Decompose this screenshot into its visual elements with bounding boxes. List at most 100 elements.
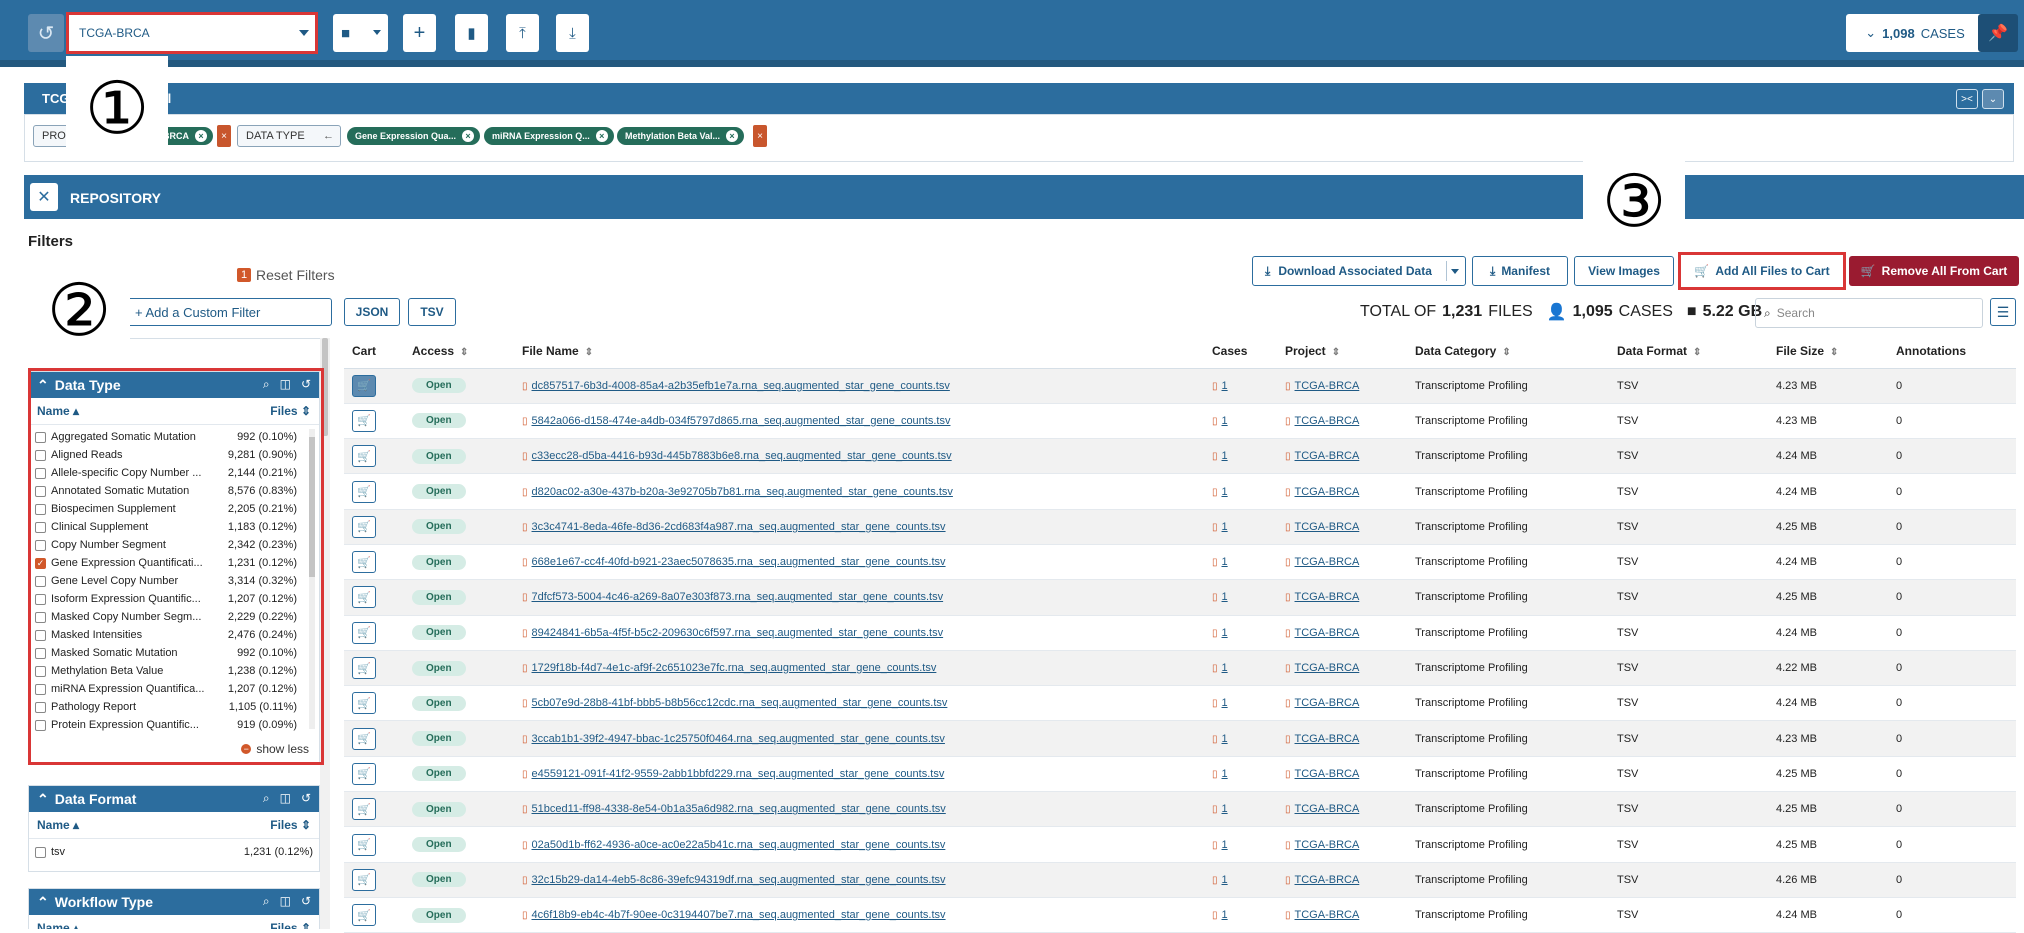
file-name-link[interactable]: 668e1e67-cc4f-40fd-b921-23aec5078635.rna… (532, 556, 946, 568)
project-link[interactable]: TCGA-BRCA (1295, 803, 1360, 815)
checkbox[interactable] (35, 665, 46, 677)
flip-icon[interactable]: ◫ (280, 377, 291, 392)
facet-item[interactable]: tsv 1,231 (0.12%) (29, 843, 319, 861)
facet-item[interactable]: Isoform Expression Quantific... 1,207 (0.… (29, 590, 319, 608)
checkbox[interactable] (35, 503, 46, 515)
save-cohort-button[interactable]: ■ (333, 14, 388, 52)
facet-item[interactable]: Biospecimen Supplement 2,205 (0.21%) (29, 500, 319, 518)
cases-link[interactable]: 1 (1222, 380, 1228, 392)
cases-link[interactable]: 1 (1222, 591, 1228, 603)
sort-icon[interactable]: ⇕ (585, 347, 593, 358)
cases-link[interactable]: 1 (1222, 697, 1228, 709)
reset-icon[interactable]: ↺ (301, 894, 311, 909)
project-link[interactable]: TCGA-BRCA (1295, 733, 1360, 745)
files-column-header[interactable]: Files ⇕ (270, 818, 311, 832)
file-name-link[interactable]: 3ccab1b1-39f2-4947-bbac-1c25750f0464.rna… (532, 733, 945, 745)
name-column-header[interactable]: Name ▴ (37, 404, 79, 418)
add-to-cart-icon[interactable]: 🛒 (352, 727, 376, 750)
remove-all-from-cart-button[interactable]: 🛒 Remove All From Cart (1849, 256, 2019, 286)
cases-link[interactable]: 1 (1222, 803, 1228, 815)
facet-item[interactable]: Annotated Somatic Mutation 8,576 (0.83%) (29, 482, 319, 500)
facet-item[interactable]: Allele-specific Copy Number ... 2,144 (0.… (29, 464, 319, 482)
query-value-chip[interactable]: Methylation Beta Val... × (617, 127, 745, 145)
add-to-cart-icon[interactable]: 🛒 (352, 374, 376, 397)
checkbox[interactable] (35, 611, 46, 623)
chevron-down-icon[interactable] (1451, 269, 1459, 274)
facet-item[interactable]: Gene Level Copy Number 3,314 (0.32%) (29, 572, 319, 590)
project-link[interactable]: TCGA-BRCA (1295, 768, 1360, 780)
project-link[interactable]: TCGA-BRCA (1295, 521, 1360, 533)
table-search-input[interactable]: ⌕ Search (1755, 298, 1983, 328)
close-icon[interactable]: × (753, 125, 767, 147)
tsv-export-button[interactable]: TSV (408, 298, 456, 326)
cases-link[interactable]: 1 (1222, 450, 1228, 462)
show-less-button[interactable]: − show less (29, 734, 319, 764)
remove-icon[interactable]: × (595, 130, 608, 142)
add-all-files-to-cart-button[interactable]: 🛒 Add All Files to Cart (1678, 252, 1846, 290)
facet-item[interactable]: Copy Number Segment 2,342 (0.23%) (29, 536, 319, 554)
cases-link[interactable]: 1 (1222, 733, 1228, 745)
checkbox[interactable] (35, 701, 46, 713)
facet-item[interactable]: Pathology Report 1,105 (0.11%) (29, 698, 319, 716)
file-name-link[interactable]: 4c6f18b9-eb4c-4b7f-90ee-0c3194407be7.rna… (532, 909, 946, 921)
column-header[interactable]: Access ⇕ (404, 335, 514, 369)
add-to-cart-icon[interactable]: 🛒 (352, 409, 376, 432)
files-column-header[interactable]: Files ⇕ (270, 921, 311, 929)
add-to-cart-icon[interactable]: 🛒 (352, 657, 376, 680)
files-column-header[interactable]: Files ⇕ (270, 404, 311, 418)
project-link[interactable]: TCGA-BRCA (1295, 380, 1360, 392)
search-icon[interactable]: ⌕ (263, 791, 270, 806)
close-icon[interactable]: × (217, 125, 231, 147)
flip-icon[interactable]: ◫ (280, 791, 291, 806)
view-images-button[interactable]: View Images (1574, 256, 1674, 286)
file-name-link[interactable]: 7dfcf573-5004-4c46-a269-8a07e303f873.rna… (532, 591, 944, 603)
manifest-button[interactable]: ⤓ Manifest (1472, 256, 1568, 286)
file-name-link[interactable]: c33ecc28-d5ba-4416-b93d-445b7883b6e8.rna… (532, 450, 952, 462)
add-to-cart-icon[interactable]: 🛒 (352, 480, 376, 503)
query-value-chip[interactable]: miRNA Expression Q... × (484, 127, 614, 145)
add-to-cart-icon[interactable]: 🛒 (352, 833, 376, 856)
add-to-cart-icon[interactable]: 🛒 (352, 692, 376, 715)
add-to-cart-icon[interactable]: 🛒 (352, 586, 376, 609)
expand-collapse-icon[interactable]: >< (1956, 89, 1978, 109)
checkbox[interactable] (35, 647, 46, 659)
cases-link[interactable]: 1 (1222, 521, 1228, 533)
sidebar-scrollbar[interactable] (320, 338, 330, 929)
facet-item[interactable]: Clinical Supplement 1,183 (0.12%) (29, 518, 319, 536)
project-link[interactable]: TCGA-BRCA (1295, 591, 1360, 603)
column-header[interactable]: File Name ⇕ (514, 335, 1204, 369)
name-column-header[interactable]: Name ▴ (37, 921, 79, 929)
checkbox[interactable] (35, 467, 46, 479)
checkbox[interactable] (35, 485, 46, 497)
remove-icon[interactable]: × (726, 130, 739, 142)
project-link[interactable]: TCGA-BRCA (1295, 909, 1360, 921)
add-to-cart-icon[interactable]: 🛒 (352, 762, 376, 785)
download-associated-data-button[interactable]: ⤓ Download Associated Data (1252, 256, 1466, 286)
search-icon[interactable]: ⌕ (263, 894, 270, 909)
add-custom-filter-button[interactable]: + Add a Custom Filter (122, 298, 332, 326)
remove-icon[interactable]: × (462, 130, 475, 142)
file-name-link[interactable]: 5cb07e9d-28b8-41bf-bbb5-b8b56cc12cdc.rna… (532, 697, 948, 709)
file-name-link[interactable]: e4559121-091f-41f2-9559-2abb1bbfd229.rna… (532, 768, 945, 780)
facet-header[interactable]: ⌃ Workflow Type ⌕ ◫ ↺ (29, 889, 319, 915)
add-to-cart-icon[interactable]: 🛒 (352, 904, 376, 927)
add-to-cart-icon[interactable]: 🛒 (352, 515, 376, 538)
file-name-link[interactable]: 5842a066-d158-474e-a4db-034f5797d865.rna… (532, 415, 951, 427)
cases-link[interactable]: 1 (1222, 768, 1228, 780)
file-name-link[interactable]: 3c3c4741-8eda-46fe-8d36-2cd683f4a987.rna… (532, 521, 946, 533)
file-name-link[interactable]: 89424841-6b5a-4f5f-b5c2-209630c6f597.rna… (532, 627, 944, 639)
checkbox[interactable] (35, 629, 46, 641)
delete-cohort-button[interactable]: ▮ (455, 14, 488, 52)
undo-icon[interactable]: ↺ (28, 14, 64, 52)
project-link[interactable]: TCGA-BRCA (1295, 874, 1360, 886)
chevron-up-icon[interactable]: ⌃ (37, 791, 49, 808)
facet-item[interactable]: Aggregated Somatic Mutation 992 (0.10%) (29, 428, 319, 446)
cases-link[interactable]: 1 (1222, 662, 1228, 674)
checkbox[interactable] (35, 539, 46, 551)
sort-icon[interactable]: ⇕ (1693, 347, 1701, 358)
add-to-cart-icon[interactable]: 🛒 (352, 445, 376, 468)
cases-link[interactable]: 1 (1222, 839, 1228, 851)
cases-link[interactable]: 1 (1222, 486, 1228, 498)
cases-link[interactable]: 1 (1222, 909, 1228, 921)
reset-icon[interactable]: ↺ (301, 377, 311, 392)
